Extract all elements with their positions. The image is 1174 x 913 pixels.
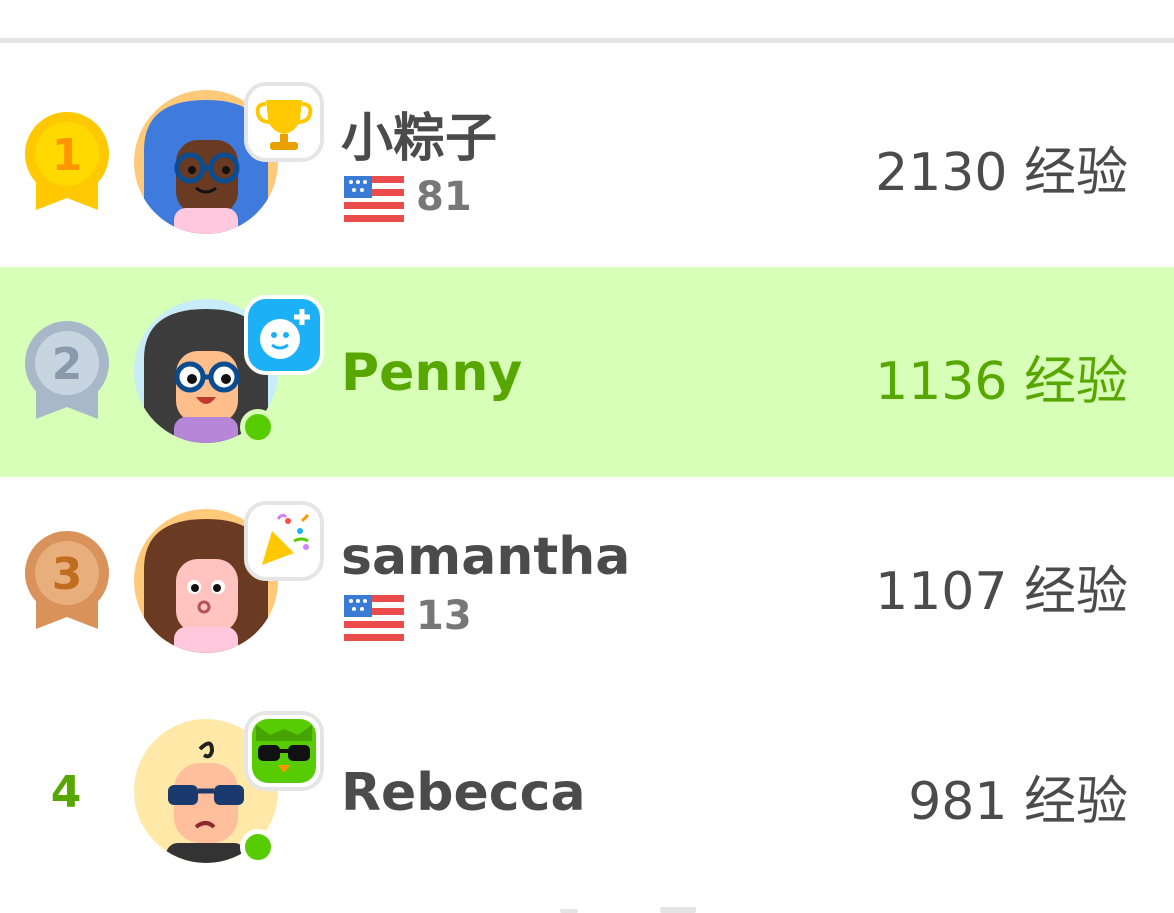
xp-number: 981: [908, 772, 1008, 832]
us-flag-icon: [344, 176, 404, 222]
country-count: 13: [416, 593, 472, 639]
xp-value: 981 经验: [908, 759, 1128, 834]
user-name: samantha: [341, 527, 631, 587]
rank-number: 4: [50, 767, 82, 818]
online-status-indicator: [240, 409, 276, 445]
xp-value: 1107 经验: [875, 549, 1128, 624]
us-flag-icon: [344, 595, 404, 641]
leaderboard-row-3[interactable]: 3 samantha 13 1107 经验: [0, 477, 1174, 687]
top-divider: [0, 38, 1174, 43]
xp-number: 2130: [875, 143, 1008, 203]
next-row-peek: [560, 907, 696, 913]
trophy-icon: [244, 82, 324, 162]
xp-unit: 经验: [1023, 562, 1128, 622]
duo-sunglasses-icon: [244, 711, 324, 791]
leaderboard-row-1[interactable]: 1 小粽子 81 2130 经验: [0, 58, 1174, 268]
xp-unit: 经验: [1023, 143, 1128, 203]
user-name: 小粽子: [341, 109, 498, 169]
xp-number: 1107: [875, 562, 1008, 622]
leaderboard-row-2-current-user[interactable]: 2 Penny 1136 经验: [0, 267, 1174, 477]
xp-unit: 经验: [1023, 352, 1128, 412]
silver-medal-icon: 2: [25, 321, 109, 419]
user-name: Rebecca: [341, 763, 586, 823]
country-count: 81: [416, 174, 472, 220]
leaderboard-page: 1 小粽子 81 2130 经验 2 Penny 1136 经验 3 saman…: [0, 0, 1174, 913]
xp-unit: 经验: [1023, 772, 1128, 832]
xp-value: 1136 经验: [875, 339, 1128, 414]
rank-number: 1: [52, 130, 83, 181]
add-friend-smiley-icon: [244, 295, 324, 375]
xp-value: 2130 经验: [875, 130, 1128, 205]
rank-number: 3: [52, 549, 83, 600]
leaderboard-row-4[interactable]: 4 Rebecca 981 经验: [0, 687, 1174, 897]
gold-medal-icon: 1: [25, 112, 109, 210]
online-status-indicator: [240, 829, 276, 865]
user-name: Penny: [341, 343, 523, 403]
rank-number: 2: [52, 339, 83, 390]
xp-number: 1136: [875, 352, 1008, 412]
party-popper-icon: [244, 501, 324, 581]
bronze-medal-icon: 3: [25, 531, 109, 629]
